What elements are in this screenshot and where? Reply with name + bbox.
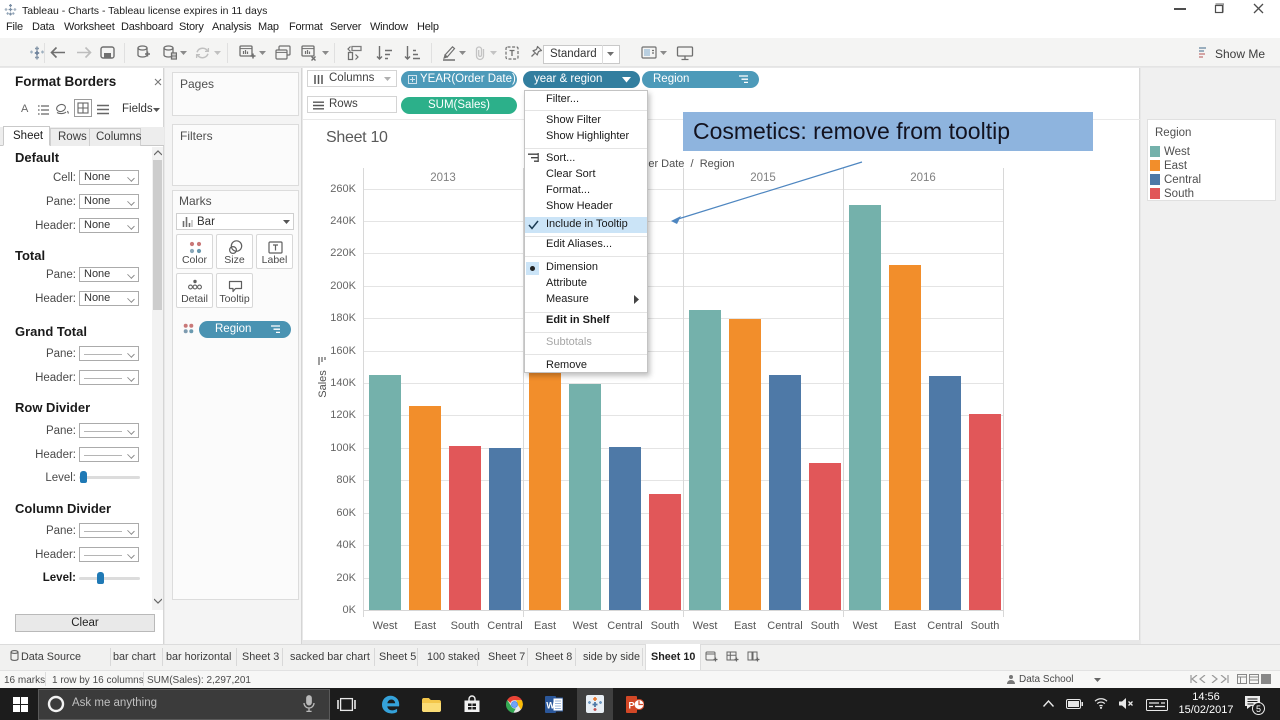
svg-text:P: P	[628, 701, 634, 711]
svg-text:W: W	[546, 701, 555, 711]
